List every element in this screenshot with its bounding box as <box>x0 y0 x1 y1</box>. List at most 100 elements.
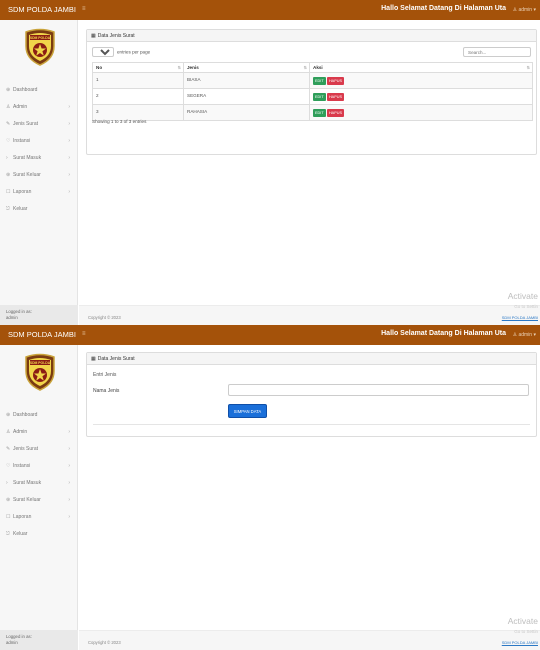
sidebar-item-label: Surat Masuk <box>13 480 42 486</box>
table-icon: ▦ <box>91 356 96 362</box>
sidebar-item-admin[interactable]: ♙ Admin › <box>0 424 78 441</box>
sidebar: SDM POLDA ⊕ Dashboard ♙ Admin › ✎ Jenis Sura… <box>0 345 78 650</box>
user-menu[interactable]: ♙ admin ▾ <box>513 325 536 345</box>
sidebar-item-label: Surat Keluar <box>13 172 41 178</box>
user-name: admin <box>518 7 533 13</box>
divider <box>93 424 530 425</box>
delete-button[interactable]: HAPUS <box>326 108 345 117</box>
chevron-right-icon: › <box>68 172 70 178</box>
cell-no: 1 <box>92 72 184 89</box>
chevron-right-icon: › <box>68 497 70 503</box>
sidebar-item-dashboard[interactable]: ⊕ Dashboard <box>0 82 78 99</box>
activate-watermark: Activate <box>507 291 538 301</box>
logged-in-box: Logged in as: admin <box>0 305 78 325</box>
panel-title: Data Jenis Surat <box>97 33 135 39</box>
pencil-icon: ✎ <box>6 446 11 452</box>
sidebar-item-surat-keluar[interactable]: ⊛ Surat Keluar › <box>0 492 78 509</box>
sidebar-item-surat-masuk[interactable]: › Surat Masuk › <box>0 150 78 167</box>
sidebar-item-jenis-surat[interactable]: ✎ Jenis Surat › <box>0 441 78 458</box>
user-menu[interactable]: ♙ admin ▾ <box>513 0 536 20</box>
copyright-text: Copyright © 2023 <box>88 315 121 320</box>
cell-aksi: EDIT HAPUS <box>309 72 533 89</box>
sidebar-item-jenis-surat[interactable]: ✎ Jenis Surat › <box>0 116 78 133</box>
logged-in-box: Logged in as: admin <box>0 630 78 650</box>
edit-button[interactable]: EDIT <box>313 92 326 101</box>
menu-toggle-icon[interactable]: ≡ <box>82 0 86 19</box>
entries-length-control: 10entries per page <box>92 47 150 57</box>
top-navbar: SDM POLDA JAMBI ≡ Hallo Selamat Datang D… <box>0 325 540 345</box>
column-label: Aksi <box>313 65 323 70</box>
logout-icon: ⎋ <box>6 206 10 212</box>
chevron-right-icon: › <box>68 189 70 195</box>
sidebar-item-admin[interactable]: ♙ Admin › <box>0 99 78 116</box>
column-label: Jenis <box>187 65 199 70</box>
search-input[interactable] <box>463 47 531 57</box>
column-header-jenis[interactable]: Jenis ⇅ <box>183 62 310 73</box>
jenis-surat-table: No ⇅ Jenis ⇅ Aksi ⇅ 1 BIASA EDIT HAPUS 2 SE… <box>92 62 533 121</box>
sidebar: SDM POLDA ⊕ Dashboard ♙ Admin › ✎ Jenis Sura… <box>0 20 78 325</box>
activate-watermark-sub: Go to Settin <box>514 629 538 634</box>
column-header-aksi[interactable]: Aksi ⇅ <box>309 62 533 73</box>
footer: Copyright © 2023 SDM POLDA JAMBI <box>79 305 540 325</box>
chevron-right-icon: › <box>68 514 70 520</box>
welcome-text: Hallo Selamat Datang Di Halaman Uta <box>381 5 506 12</box>
sidebar-item-label: Keluar <box>13 531 28 537</box>
sort-icon: ⇅ <box>177 65 181 70</box>
entries-select[interactable]: 10 <box>92 47 114 57</box>
logged-in-user: admin <box>6 639 18 645</box>
user-icon: ♙ <box>512 332 518 338</box>
sidebar-item-label: Admin <box>13 429 28 435</box>
arrow-icon: › <box>6 155 8 161</box>
sidebar-item-label: Surat Keluar <box>13 497 41 503</box>
panel-title: Data Jenis Surat <box>97 356 135 362</box>
chevron-right-icon: › <box>68 463 70 469</box>
top-navbar: SDM POLDA JAMBI ≡ Hallo Selamat Datang D… <box>0 0 540 20</box>
sidebar-item-dashboard[interactable]: ⊕ Dashboard <box>0 407 78 424</box>
sidebar-item-label: Jenis Surat <box>13 446 39 452</box>
sidebar-item-surat-keluar[interactable]: ⊛ Surat Keluar › <box>0 167 78 184</box>
logo-text: SDM POLDA <box>30 361 51 365</box>
list-screen: SDM POLDA JAMBI ≡ Hallo Selamat Datang D… <box>0 0 540 325</box>
footer: Copyright © 2023 SDM POLDA JAMBI <box>79 630 540 650</box>
sidebar-item-surat-masuk[interactable]: › Surat Masuk › <box>0 475 78 492</box>
nama-jenis-input[interactable] <box>228 384 529 396</box>
police-badge-logo: SDM POLDA <box>25 28 55 66</box>
sidebar-menu: ⊕ Dashboard ♙ Admin › ✎ Jenis Surat › ♡ Instan… <box>0 407 78 543</box>
menu-toggle-icon[interactable]: ≡ <box>82 325 86 344</box>
sidebar-item-laporan[interactable]: ☐ Laporan › <box>0 509 78 526</box>
table-row: 1 BIASA EDIT HAPUS <box>92 72 533 89</box>
chevron-down-icon: ▾ <box>533 7 536 13</box>
logo-text: SDM POLDA <box>30 36 51 40</box>
activate-watermark: Activate <box>507 616 538 626</box>
sidebar-item-label: Laporan <box>13 514 32 520</box>
sidebar-item-instansi[interactable]: ♡ Instansi › <box>0 133 78 150</box>
form-title: Entri Jenis <box>93 372 117 378</box>
brand-title[interactable]: SDM POLDA JAMBI <box>0 325 78 345</box>
sidebar-item-laporan[interactable]: ☐ Laporan › <box>0 184 78 201</box>
cell-jenis: RAHASIA <box>183 104 310 121</box>
edit-button[interactable]: EDIT <box>313 108 326 117</box>
user-name: admin <box>518 332 533 338</box>
footer-link[interactable]: SDM POLDA JAMBI <box>502 640 538 645</box>
copyright-text: Copyright © 2023 <box>88 640 121 645</box>
delete-button[interactable]: HAPUS <box>326 92 345 101</box>
sidebar-item-instansi[interactable]: ♡ Instansi › <box>0 458 78 475</box>
delete-button[interactable]: HAPUS <box>326 76 345 85</box>
sidebar-item-label: Laporan <box>13 189 32 195</box>
save-button[interactable]: SIMPAN DATA <box>228 404 267 418</box>
chevron-right-icon: › <box>68 138 70 144</box>
sidebar-item-keluar[interactable]: ⎋ Keluar <box>0 526 78 543</box>
footer-link[interactable]: SDM POLDA JAMBI <box>502 315 538 320</box>
brand-title[interactable]: SDM POLDA JAMBI <box>0 0 78 20</box>
cell-no: 2 <box>92 88 184 105</box>
sidebar-item-keluar[interactable]: ⎋ Keluar <box>0 201 78 218</box>
activate-watermark-sub: Go to Settin <box>514 304 538 309</box>
document-icon: ☐ <box>6 514 11 520</box>
sidebar-menu: ⊕ Dashboard ♙ Admin › ✎ Jenis Surat › ♡ Instan… <box>0 82 78 218</box>
panel-header: ▦ Data Jenis Surat <box>87 353 536 365</box>
heart-icon: ♡ <box>6 463 11 469</box>
column-header-no[interactable]: No ⇅ <box>92 62 184 73</box>
cell-aksi: EDIT HAPUS <box>309 104 533 121</box>
document-icon: ☐ <box>6 189 11 195</box>
edit-button[interactable]: EDIT <box>313 76 326 85</box>
